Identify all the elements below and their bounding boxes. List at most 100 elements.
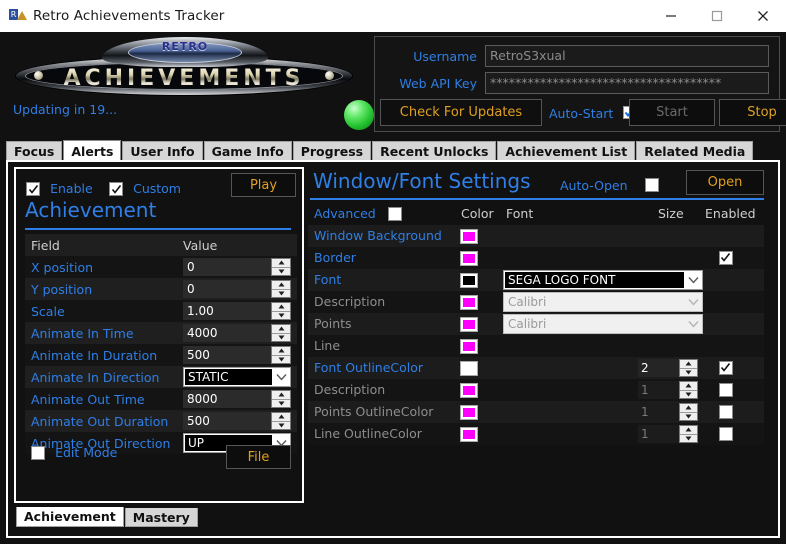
enabled-checkbox[interactable]	[719, 405, 733, 419]
field-combobox[interactable]: STATIC	[183, 367, 291, 387]
field-spinner-value[interactable]: 4000	[183, 324, 271, 342]
color-swatch[interactable]	[460, 361, 478, 376]
spinner-up-icon[interactable]	[680, 426, 697, 434]
chevron-down-icon[interactable]	[685, 293, 702, 311]
spinner-up-icon[interactable]	[680, 382, 697, 390]
open-button[interactable]: Open	[686, 170, 764, 195]
field-spinner-buttons[interactable]	[271, 280, 291, 298]
edit-mode-checkbox[interactable]	[31, 445, 45, 460]
color-swatch[interactable]	[460, 229, 478, 244]
outline-size-spinner[interactable]: 1	[638, 403, 698, 421]
field-spinner-value[interactable]: 0	[183, 258, 271, 276]
color-swatch[interactable]	[460, 405, 478, 420]
spinner-up-icon[interactable]	[272, 303, 290, 311]
color-swatch[interactable]	[460, 339, 478, 354]
outline-size-spinner-buttons[interactable]	[679, 425, 698, 443]
field-spinner[interactable]: 8000	[183, 390, 291, 408]
spinner-down-icon[interactable]	[272, 310, 290, 320]
start-button[interactable]: Start	[629, 99, 715, 126]
spinner-down-icon[interactable]	[272, 398, 290, 408]
file-button[interactable]: File	[226, 445, 291, 469]
spinner-up-icon[interactable]	[680, 360, 697, 368]
minimize-icon[interactable]	[648, 0, 694, 32]
field-spinner-buttons[interactable]	[271, 412, 291, 430]
spinner-down-icon[interactable]	[272, 266, 290, 276]
spinner-up-icon[interactable]	[272, 281, 290, 289]
enabled-checkbox[interactable]	[719, 427, 733, 441]
subtab-achievement[interactable]: Achievement	[16, 507, 124, 527]
chevron-down-icon[interactable]	[685, 271, 702, 289]
outline-size-spinner-buttons[interactable]	[679, 359, 698, 377]
maximize-icon[interactable]	[694, 0, 740, 32]
spinner-down-icon[interactable]	[680, 389, 697, 399]
advanced-checkbox[interactable]	[388, 207, 402, 221]
tab-user-info[interactable]: User Info	[122, 141, 203, 161]
auto-open-checkbox[interactable]	[645, 178, 659, 192]
outline-size-value[interactable]: 2	[638, 359, 679, 377]
field-spinner-buttons[interactable]	[271, 258, 291, 276]
spinner-down-icon[interactable]	[680, 411, 697, 421]
tab-alerts[interactable]: Alerts	[63, 140, 122, 161]
spinner-up-icon[interactable]	[272, 413, 290, 421]
field-spinner-value[interactable]: 8000	[183, 390, 271, 408]
tab-focus[interactable]: Focus	[6, 141, 63, 161]
subtab-mastery[interactable]: Mastery	[124, 508, 198, 527]
custom-checkbox[interactable]	[109, 181, 123, 196]
apikey-input[interactable]: *************************************	[485, 72, 769, 94]
field-spinner-value[interactable]: 1.00	[183, 302, 271, 320]
spinner-down-icon[interactable]	[272, 288, 290, 298]
outline-size-value[interactable]: 1	[638, 381, 679, 399]
outline-size-value[interactable]: 1	[638, 403, 679, 421]
color-swatch[interactable]	[460, 273, 478, 288]
enabled-checkbox[interactable]	[719, 361, 733, 375]
check-for-updates-button[interactable]: Check For Updates	[380, 99, 542, 126]
field-spinner-buttons[interactable]	[271, 302, 291, 320]
color-swatch[interactable]	[460, 383, 478, 398]
stop-button[interactable]: Stop	[719, 99, 786, 126]
field-spinner[interactable]: 0	[183, 280, 291, 298]
tab-achievement-list[interactable]: Achievement List	[497, 141, 636, 161]
spinner-up-icon[interactable]	[272, 259, 290, 267]
outline-size-spinner[interactable]: 1	[638, 381, 698, 399]
outline-size-value[interactable]: 1	[638, 425, 679, 443]
field-spinner[interactable]: 500	[183, 412, 291, 430]
chevron-down-icon[interactable]	[273, 368, 290, 386]
spinner-up-icon[interactable]	[272, 391, 290, 399]
outline-size-spinner-buttons[interactable]	[679, 403, 698, 421]
tab-progress[interactable]: Progress	[292, 141, 372, 161]
spinner-up-icon[interactable]	[680, 404, 697, 412]
field-spinner-value[interactable]: 0	[183, 280, 271, 298]
enabled-checkbox[interactable]	[719, 383, 733, 397]
field-spinner-buttons[interactable]	[271, 390, 291, 408]
field-spinner[interactable]: 1.00	[183, 302, 291, 320]
field-spinner[interactable]: 500	[183, 346, 291, 364]
spinner-down-icon[interactable]	[272, 354, 290, 364]
outline-size-spinner[interactable]: 1	[638, 425, 698, 443]
tab-related-media[interactable]: Related Media	[636, 141, 754, 161]
spinner-down-icon[interactable]	[680, 367, 697, 377]
enable-checkbox[interactable]	[26, 181, 40, 196]
font-combobox[interactable]: Calibri	[503, 314, 703, 334]
tab-game-info[interactable]: Game Info	[203, 141, 292, 161]
outline-size-spinner-buttons[interactable]	[679, 381, 698, 399]
color-swatch[interactable]	[460, 295, 478, 310]
spinner-down-icon[interactable]	[272, 420, 290, 430]
username-input[interactable]: RetroS3xual	[485, 45, 769, 67]
field-spinner[interactable]: 4000	[183, 324, 291, 342]
color-swatch[interactable]	[460, 317, 478, 332]
field-spinner[interactable]: 0	[183, 258, 291, 276]
enabled-checkbox[interactable]	[719, 251, 733, 265]
spinner-up-icon[interactable]	[272, 347, 290, 355]
field-spinner-value[interactable]: 500	[183, 346, 271, 364]
spinner-up-icon[interactable]	[272, 325, 290, 333]
spinner-down-icon[interactable]	[680, 433, 697, 443]
color-swatch[interactable]	[460, 251, 478, 266]
tab-recent-unlocks[interactable]: Recent Unlocks	[372, 141, 497, 161]
font-combobox[interactable]: SEGA LOGO FONT	[503, 270, 703, 290]
field-spinner-buttons[interactable]	[271, 346, 291, 364]
chevron-down-icon[interactable]	[685, 315, 702, 333]
spinner-down-icon[interactable]	[272, 332, 290, 342]
font-combobox[interactable]: Calibri	[503, 292, 703, 312]
outline-size-spinner[interactable]: 2	[638, 359, 698, 377]
color-swatch[interactable]	[460, 427, 478, 442]
